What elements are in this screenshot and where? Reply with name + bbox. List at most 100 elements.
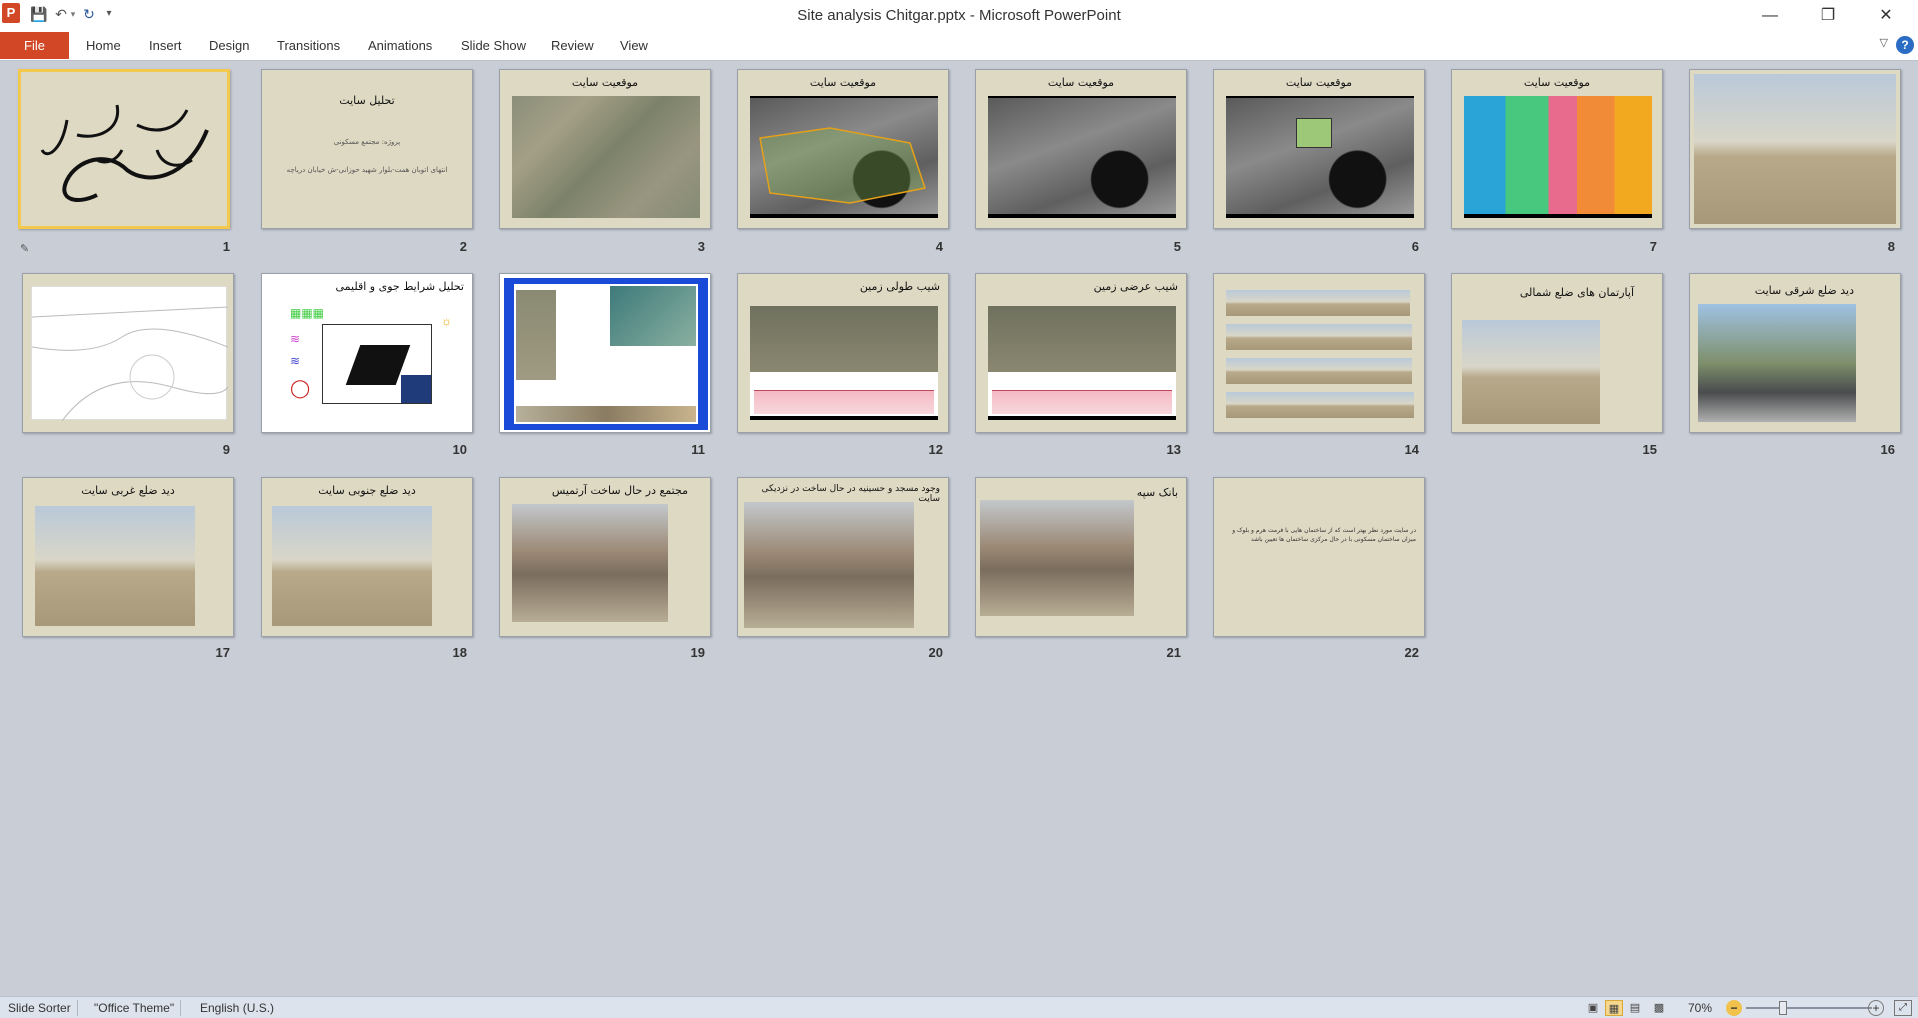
theme-indicator[interactable]: "Office Theme" xyxy=(88,1000,182,1016)
slide-number: 14 xyxy=(1404,442,1419,457)
view-indicator: Slide Sorter xyxy=(2,1000,78,1016)
slide-thumbnail-10[interactable]: تحلیل شرایط جوی و اقلیمی ▦▦▦ ≋ ≋ ◯ ☼ xyxy=(261,273,473,433)
site-boundary-outline xyxy=(759,127,926,204)
slide-thumbnail-21[interactable]: بانک سپه xyxy=(975,477,1187,637)
slide-number: 16 xyxy=(1880,442,1895,457)
expand-ribbon-icon[interactable]: ▽ xyxy=(1880,36,1888,49)
zoom-level[interactable]: 70% xyxy=(1680,1000,1720,1016)
calligraphy-image xyxy=(40,104,209,202)
panel-map-strip xyxy=(516,290,556,380)
slide-title: شیب عرضی زمین xyxy=(1093,280,1178,293)
slide-thumbnail-9[interactable] xyxy=(22,273,234,433)
reading-view-icon[interactable]: ▤ xyxy=(1626,1000,1644,1016)
help-icon[interactable]: ? xyxy=(1896,36,1914,54)
tab-file[interactable]: File xyxy=(0,32,69,59)
slide-number: 13 xyxy=(1166,442,1181,457)
slide-thumbnail-13[interactable]: شیب عرضی زمین xyxy=(975,273,1187,433)
slide-title: دید ضلع شرقی سایت xyxy=(1754,284,1854,297)
panel-aerial-photo xyxy=(610,286,696,346)
title-bar: P 💾 ↶ ▾ ↻ ▾ Site analysis Chitgar.pptx -… xyxy=(0,0,1918,32)
slide-title: موقعیت سایت xyxy=(1523,76,1591,89)
slide-body-text: در سایت مورد نظر بهتر است که از ساختمان … xyxy=(1232,527,1416,543)
slide-title: وجود مسجد و حسینیه در حال ساخت در نزدیکی… xyxy=(761,484,940,504)
slide-thumbnail-4[interactable]: موقعیت سایت xyxy=(737,69,949,229)
site-photo xyxy=(1694,74,1896,224)
slide-number: 4 xyxy=(935,239,943,254)
slide-body-text: پروژه: مجتمع مسکونی xyxy=(333,138,401,146)
site-map-image xyxy=(1226,96,1414,218)
tab-review[interactable]: Review xyxy=(545,32,600,59)
tab-insert[interactable]: Insert xyxy=(143,32,188,59)
slide-number: 22 xyxy=(1404,645,1419,660)
panorama-photo xyxy=(1226,290,1410,316)
slide-thumbnail-12[interactable]: شیب طولی زمین xyxy=(737,273,949,433)
slide-thumbnail-15[interactable]: آپارتمان های ضلع شمالی xyxy=(1451,273,1663,433)
slide-thumbnail-22[interactable]: در سایت مورد نظر بهتر است که از ساختمان … xyxy=(1213,477,1425,637)
bank-building-photo xyxy=(980,500,1134,616)
south-view-photo xyxy=(272,506,432,626)
climate-icons: ▦▦▦ ≋ ≋ ◯ xyxy=(290,306,325,398)
normal-view-icon[interactable]: ▣ xyxy=(1584,1000,1602,1016)
language-indicator[interactable]: English (U.S.) xyxy=(194,1000,280,1016)
tab-home[interactable]: Home xyxy=(80,32,127,59)
tab-transitions[interactable]: Transitions xyxy=(271,32,346,59)
slide-number: 8 xyxy=(1887,239,1895,254)
tab-design[interactable]: Design xyxy=(203,32,255,59)
slide-title: موقعیت سایت xyxy=(1285,76,1353,89)
slide-thumbnail-20[interactable]: وجود مسجد و حسینیه در حال ساخت در نزدیکی… xyxy=(737,477,949,637)
slide-thumbnail-14[interactable] xyxy=(1213,273,1425,433)
transition-icon: ✎ xyxy=(20,243,30,255)
slide-thumbnail-19[interactable]: مجتمع در حال ساخت آرتمیس xyxy=(499,477,711,637)
slide-thumbnail-2[interactable]: تحلیل سایت پروژه: مجتمع مسکونی انتهای ات… xyxy=(261,69,473,229)
site-map-image xyxy=(988,96,1176,218)
site-map-image xyxy=(750,96,938,218)
slide-number: 10 xyxy=(452,442,467,457)
slide-title: بانک سپه xyxy=(1136,486,1178,499)
slide-thumbnail-16[interactable]: دید ضلع شرقی سایت xyxy=(1689,273,1901,433)
elevation-chart xyxy=(754,390,934,414)
slide-thumbnail-17[interactable]: دید ضلع غربی سایت xyxy=(22,477,234,637)
slide-show-icon[interactable]: ▩ xyxy=(1650,1000,1668,1016)
zoning-map-image xyxy=(1464,96,1652,218)
site-plan-lines xyxy=(31,306,231,422)
climate-diagram xyxy=(322,324,432,404)
slide-number: 20 xyxy=(928,645,943,660)
slide-thumbnail-8[interactable] xyxy=(1689,69,1901,229)
slide-title: تحلیل شرایط جوی و اقلیمی xyxy=(335,280,465,293)
panel-photo-strip xyxy=(516,406,696,422)
elevation-profile-image xyxy=(750,306,938,420)
slide-title: مجتمع در حال ساخت آرتمیس xyxy=(551,484,688,497)
zoom-out-button[interactable]: − xyxy=(1726,1000,1742,1016)
slide-number: 3 xyxy=(697,239,705,254)
restore-icon[interactable]: ❐ xyxy=(1800,0,1856,32)
slide-sorter: 1 ✎ تحلیل سایت پروژه: مجتمع مسکونی انتها… xyxy=(0,62,1918,996)
zoom-in-button[interactable]: + xyxy=(1868,1000,1884,1016)
slide-thumbnail-3[interactable]: موقعیت سایت xyxy=(499,69,711,229)
zoom-slider-thumb[interactable] xyxy=(1779,1001,1787,1015)
panorama-photo xyxy=(1226,392,1414,418)
slide-number: 15 xyxy=(1642,442,1657,457)
site-highlight xyxy=(1296,118,1332,148)
slide-thumbnail-6[interactable]: موقعیت سایت xyxy=(1213,69,1425,229)
slide-title: دید ضلع غربی سایت xyxy=(81,484,175,497)
slide-thumbnail-11[interactable] xyxy=(499,273,711,433)
panorama-photo xyxy=(1226,324,1412,350)
fit-to-window-icon[interactable]: ⤢ xyxy=(1894,1000,1912,1016)
zoom-slider[interactable] xyxy=(1746,1007,1872,1009)
tab-view[interactable]: View xyxy=(614,32,654,59)
slide-number: 21 xyxy=(1166,645,1181,660)
minimize-icon[interactable]: — xyxy=(1742,0,1798,32)
tab-animations[interactable]: Animations xyxy=(362,32,438,59)
slide-number: 18 xyxy=(452,645,467,660)
close-icon[interactable]: ✕ xyxy=(1858,0,1914,32)
window-title: Site analysis Chitgar.pptx - Microsoft P… xyxy=(797,7,1121,24)
slide-thumbnail-7[interactable]: موقعیت سایت xyxy=(1451,69,1663,229)
slide-sorter-view-icon[interactable]: ▦ xyxy=(1605,1000,1623,1016)
slide-thumbnail-18[interactable]: دید ضلع جنوبی سایت xyxy=(261,477,473,637)
slide-number: 12 xyxy=(928,442,943,457)
tab-slide-show[interactable]: Slide Show xyxy=(455,32,532,59)
slide-thumbnail-1[interactable] xyxy=(18,69,230,229)
status-bar: Slide Sorter "Office Theme" English (U.S… xyxy=(0,996,1918,1018)
slide-thumbnail-5[interactable]: موقعیت سایت xyxy=(975,69,1187,229)
slide-number: 2 xyxy=(459,239,467,254)
